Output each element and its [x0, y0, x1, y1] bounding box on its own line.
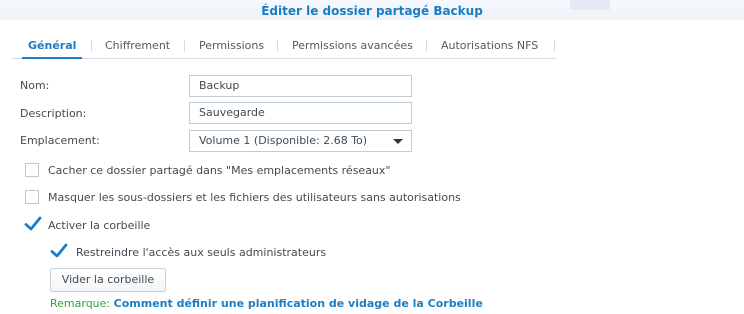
note-link[interactable]: Comment définir une planification de vid… — [114, 297, 483, 310]
tab-nfs[interactable]: Autorisations NFS — [441, 34, 538, 58]
name-field[interactable]: Backup — [189, 75, 412, 97]
tab-separator — [184, 40, 185, 52]
dialog-title: Éditer le dossier partagé Backup — [261, 4, 483, 18]
dropdown-arrow-icon — [393, 139, 403, 144]
location-label: Emplacement: — [20, 134, 100, 147]
restrict-admins-label: Restreindre l'accès aux seuls administra… — [76, 246, 327, 259]
tab-bar: Général Chiffrement Permissions Permissi… — [12, 34, 556, 59]
hide-network-label: Cacher ce dossier partagé dans "Mes empl… — [48, 164, 391, 177]
note: Remarque: Comment définir une planificat… — [50, 297, 483, 310]
dialog-titlebar: Éditer le dossier partagé Backup — [0, 0, 744, 20]
hide-subfolders-label: Masquer les sous-dossiers et les fichier… — [48, 191, 461, 204]
location-select[interactable]: Volume 1 (Disponible: 2.68 To) — [189, 130, 412, 152]
tab-separator — [554, 40, 555, 52]
recycle-bin-label: Activer la corbeille — [48, 219, 151, 232]
description-field[interactable]: Sauvegarde — [189, 102, 412, 124]
tab-encryption[interactable]: Chiffrement — [105, 34, 170, 58]
tab-separator — [277, 40, 278, 52]
hide-subfolders-checkbox[interactable] — [25, 190, 39, 204]
description-label: Description: — [20, 107, 87, 120]
description-value: Sauvegarde — [199, 106, 265, 119]
name-label: Nom: — [20, 79, 50, 92]
tab-permissions[interactable]: Permissions — [199, 34, 264, 58]
recycle-bin-checkbox[interactable] — [24, 216, 42, 232]
tab-separator — [426, 40, 427, 52]
empty-recycle-bin-button[interactable]: Vider la corbeille — [50, 268, 166, 292]
tab-separator — [91, 40, 92, 52]
restrict-admins-checkbox[interactable] — [50, 243, 68, 259]
checkmark-icon — [24, 216, 42, 231]
name-value: Backup — [199, 79, 240, 92]
checkmark-icon — [50, 243, 68, 258]
tab-general[interactable]: Général — [21, 34, 83, 59]
hide-network-checkbox[interactable] — [25, 163, 39, 177]
location-value: Volume 1 (Disponible: 2.68 To) — [199, 134, 368, 147]
tab-advanced-permissions[interactable]: Permissions avancées — [292, 34, 413, 58]
note-prefix: Remarque: — [50, 297, 111, 310]
